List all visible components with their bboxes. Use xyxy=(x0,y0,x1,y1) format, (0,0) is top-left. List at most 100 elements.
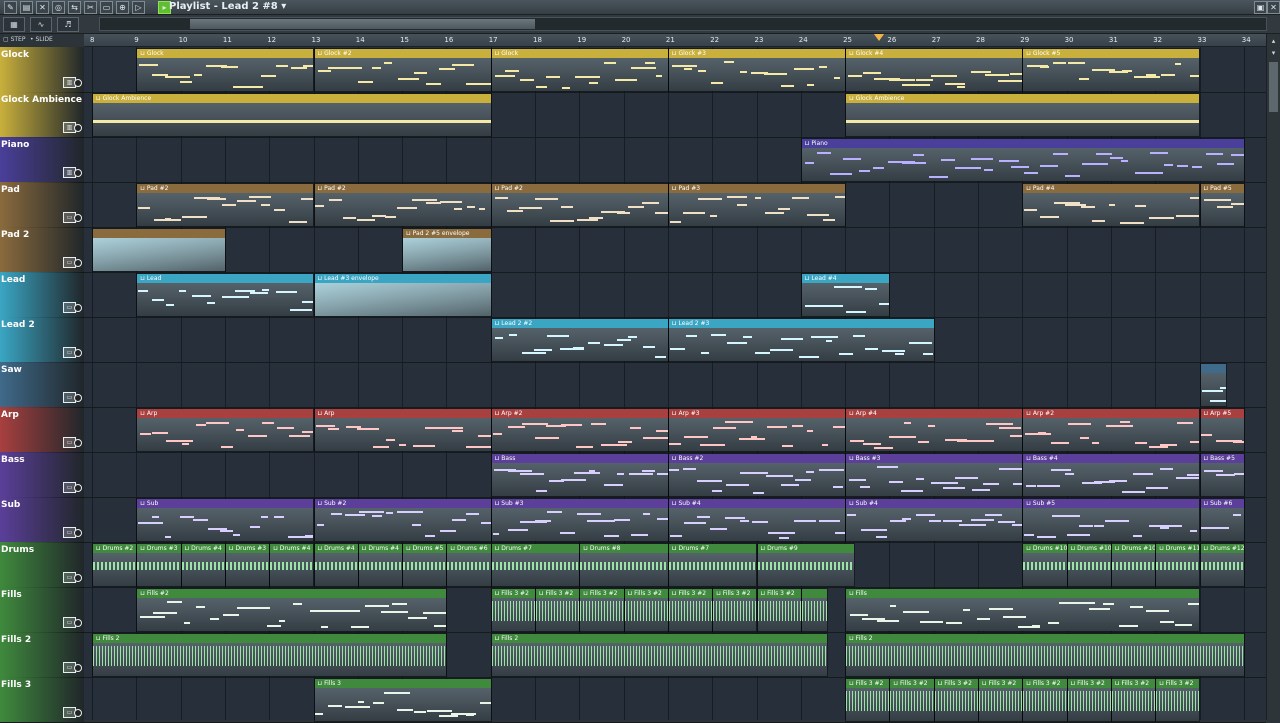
clip-header[interactable]: ⊔ Fills 3 #2 xyxy=(536,589,580,598)
pattern-clip[interactable]: ⊔ Sub #6 xyxy=(1199,498,1245,542)
clip-header[interactable]: ⊔ Sub #4 xyxy=(668,499,846,508)
pattern-clip[interactable]: ⊔ Fills 3 #2 xyxy=(579,588,625,632)
pattern-clip[interactable]: ⊔ Fills 2 xyxy=(92,633,448,677)
clip-header[interactable]: ⊔ Fills 3 #2 xyxy=(1067,679,1111,688)
track-header[interactable]: Lead ▭ xyxy=(0,272,84,318)
clip-header[interactable]: ⊔ Sub #2 xyxy=(314,499,491,508)
clip-header[interactable]: ⊔ Drums #4 xyxy=(358,544,403,553)
pattern-clip[interactable]: ⊔ Fills 3 #2 xyxy=(667,588,714,632)
clip-header[interactable]: ⊔ Glock Ambience xyxy=(846,94,1200,103)
track-header[interactable]: Fills ▭ xyxy=(0,587,84,633)
clip-header[interactable]: ⊔ Drums #7 xyxy=(668,544,757,553)
pattern-clip[interactable]: ⊔ Sub #4 xyxy=(845,498,1024,542)
clip-header[interactable]: ⊔ Glock xyxy=(491,49,668,58)
vertical-scroll-thumb[interactable] xyxy=(1269,62,1278,112)
track-lane[interactable]: ⊔ Sub ⊔ Sub #2 ⊔ Sub #3 ⊔ Sub #4 ⊔ Sub #4 ⊔ S… xyxy=(84,497,1266,543)
pattern-clip[interactable]: ⊔ Bass #3 xyxy=(845,453,1024,497)
pattern-clip[interactable]: ⊔ Lead 2 #3 xyxy=(667,318,935,362)
pattern-clip[interactable]: ⊔ Fills 3 #2 xyxy=(845,678,891,722)
pattern-clip[interactable] xyxy=(92,228,226,272)
clip-header[interactable]: ⊔ Drums #10 xyxy=(1111,544,1156,553)
window-menu-icon[interactable]: ▣ xyxy=(1254,1,1267,14)
pattern-clip[interactable]: ⊔ Glock xyxy=(490,48,669,92)
track-mute-led[interactable] xyxy=(74,439,82,447)
clip-header[interactable]: ⊔ Drums #10 xyxy=(1067,544,1111,553)
clip-header[interactable]: ⊔ Fills 3 #2 xyxy=(491,589,535,598)
pattern-clip[interactable]: ⊔ Arp xyxy=(136,408,315,452)
pattern-clip[interactable]: ⊔ Drums #7 xyxy=(490,543,581,587)
clip-header[interactable]: ⊔ Glock #4 xyxy=(846,49,1023,58)
track-lane[interactable]: ⊔ Fills 2 ⊔ Fills 2 ⊔ Fills 2 xyxy=(84,632,1266,678)
clip-header[interactable]: ⊔ Pad #4 xyxy=(1023,184,1200,193)
zoom-tool-icon[interactable]: ⊕ xyxy=(116,1,129,14)
pattern-clip[interactable]: ⊔ Pad #5 xyxy=(1199,183,1245,227)
paint-tool-icon[interactable]: ▤ xyxy=(20,1,33,14)
draw-tool-icon[interactable]: ✎ xyxy=(4,1,17,14)
clip-header[interactable]: ⊔ Arp #5 xyxy=(1200,409,1244,418)
clip-header[interactable]: ⊔ Lead 2 #2 xyxy=(491,319,668,328)
title-dropdown-icon[interactable]: ▾ xyxy=(281,1,286,12)
clip-header[interactable]: ⊔ Drums #11 xyxy=(1156,544,1200,553)
pattern-clip[interactable]: ⊔ Bass xyxy=(490,453,669,497)
pattern-clip[interactable]: ⊔ Glock Ambience xyxy=(92,93,492,137)
track-lane[interactable]: ⊔ Glock Ambience ⊔ Glock Ambience xyxy=(84,92,1266,138)
clip-header[interactable]: ⊔ Fills 3 xyxy=(314,679,491,688)
pattern-clip[interactable]: ⊔ Fills 3 #2 xyxy=(535,588,581,632)
track-header[interactable]: Fills 2 ▭ xyxy=(0,632,84,678)
pattern-clip[interactable]: ⊔ Fills #2 xyxy=(136,588,448,632)
track-header[interactable]: Pad ▭ xyxy=(0,182,84,228)
pattern-clip[interactable]: ⊔ Glock #2 xyxy=(313,48,492,92)
clip-header[interactable]: ⊔ Drums #4 xyxy=(181,544,225,553)
clip-header[interactable]: ⊔ Drums #4 xyxy=(314,544,358,553)
pattern-clip[interactable]: ⊔ Lead 2 #2 xyxy=(490,318,669,362)
track-header[interactable]: Drums ▭ xyxy=(0,542,84,588)
clip-header[interactable]: ⊔ Piano xyxy=(801,139,1244,148)
pattern-clip[interactable]: ⊔ Drums #4 xyxy=(357,543,404,587)
track-mute-led[interactable] xyxy=(74,619,82,627)
pattern-clip[interactable]: ⊔ Arp #2 xyxy=(1022,408,1201,452)
clip-header[interactable]: ⊔ Bass #5 xyxy=(1200,454,1244,463)
clip-header[interactable]: ⊔ Pad #2 xyxy=(137,184,314,193)
clip-header[interactable]: ⊔ Drums #6 xyxy=(447,544,491,553)
track-mute-led[interactable] xyxy=(74,259,82,267)
pattern-clip[interactable]: ⊔ Lead #3 envelope xyxy=(313,273,492,317)
pattern-clip[interactable]: ⊔ Fills 3 #2 xyxy=(712,588,758,632)
pattern-clip[interactable]: ⊔ Fills 3 #2 xyxy=(756,588,802,632)
clip-header[interactable]: ⊔ Drums #5 xyxy=(403,544,447,553)
slice-tool-icon[interactable]: ✂ xyxy=(84,1,97,14)
pattern-clip[interactable] xyxy=(800,588,829,632)
pattern-clip[interactable]: ⊔ Pad #2 xyxy=(136,183,315,227)
pattern-clip[interactable]: ⊔ Fills 3 #2 xyxy=(1066,678,1112,722)
track-mute-led[interactable] xyxy=(74,304,82,312)
track-mute-led[interactable] xyxy=(74,709,82,717)
clip-header[interactable]: ⊔ Bass xyxy=(491,454,668,463)
clip-header[interactable]: ⊔ Lead #3 envelope xyxy=(314,274,491,283)
pattern-clip[interactable]: ⊔ Arp #3 xyxy=(667,408,847,452)
clip-header[interactable] xyxy=(801,589,828,598)
clip-header[interactable]: ⊔ Lead xyxy=(137,274,314,283)
pattern-clip[interactable]: ⊔ Drums #7 xyxy=(667,543,758,587)
clip-header[interactable]: ⊔ Glock Ambience xyxy=(93,94,491,103)
pattern-clip[interactable]: ⊔ Pad #3 xyxy=(667,183,847,227)
track-lane[interactable]: ⊔ Fills #2 ⊔ Fills 3 #2 ⊔ Fills 3 #2 ⊔ Fill… xyxy=(84,587,1266,633)
scrollbar-thumb[interactable] xyxy=(190,19,535,29)
pattern-clip[interactable]: ⊔ Drums #10 xyxy=(1022,543,1068,587)
track-mute-led[interactable] xyxy=(74,529,82,537)
clip-header[interactable]: ⊔ Fills 3 #2 xyxy=(934,679,978,688)
scroll-up-icon[interactable]: ▴ xyxy=(1268,36,1279,46)
clip-header[interactable]: ⊔ Drums #8 xyxy=(580,544,668,553)
pattern-clip[interactable]: ⊔ Fills 3 #2 xyxy=(1155,678,1201,722)
clip-header[interactable]: ⊔ Pad #2 xyxy=(314,184,491,193)
clip-header[interactable]: ⊔ Drums #4 xyxy=(270,544,314,553)
mute-tool-icon[interactable]: ◎ xyxy=(52,1,65,14)
clip-header[interactable]: ⊔ Bass #3 xyxy=(846,454,1023,463)
pattern-clip[interactable]: ⊔ Glock #3 xyxy=(667,48,847,92)
pattern-clip[interactable]: ⊔ Drums #3 xyxy=(224,543,271,587)
pattern-clip[interactable]: ⊔ Glock Ambience xyxy=(845,93,1201,137)
track-mute-led[interactable] xyxy=(74,664,82,672)
pattern-clip[interactable]: ⊔ Drums #9 xyxy=(756,543,855,587)
clip-header[interactable]: ⊔ Fills 2 xyxy=(491,634,828,643)
clip-header[interactable]: ⊔ Pad #5 xyxy=(1200,184,1244,193)
playhead-marker[interactable] xyxy=(874,34,884,41)
close-icon[interactable]: ✕ xyxy=(1267,1,1280,14)
